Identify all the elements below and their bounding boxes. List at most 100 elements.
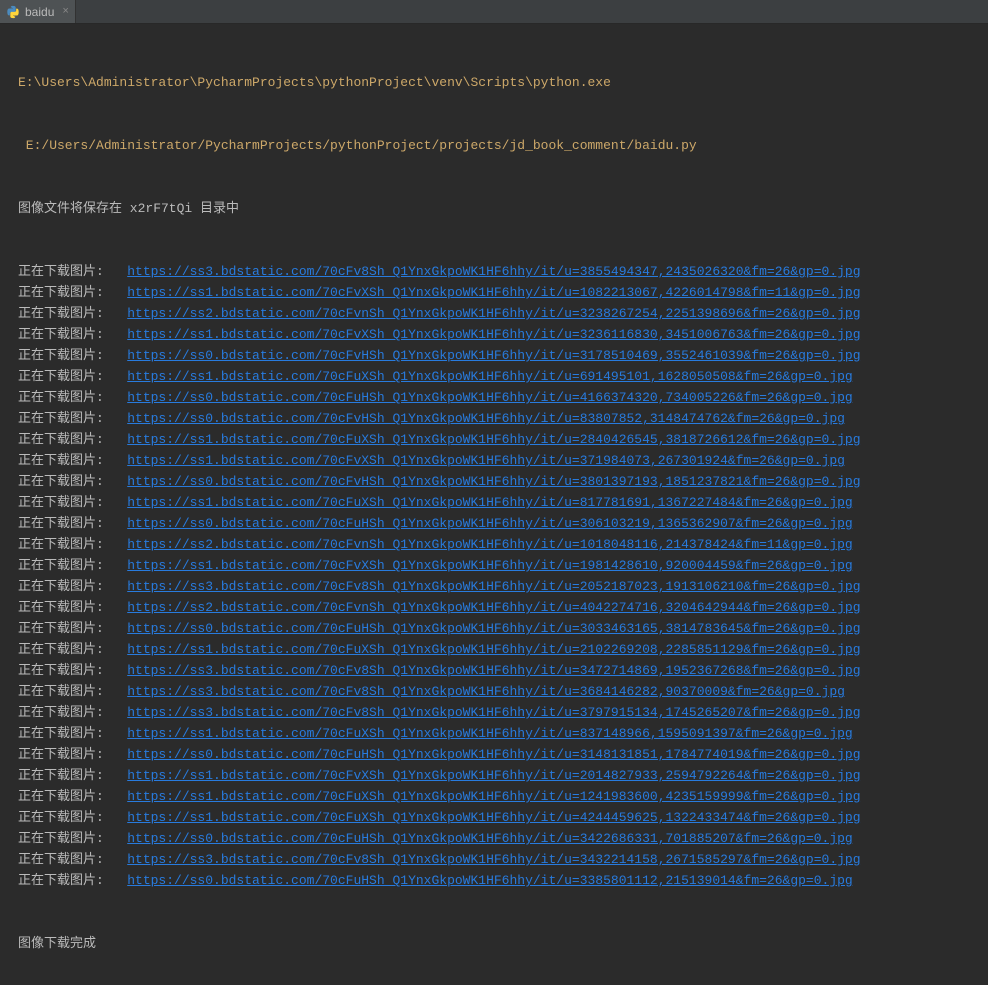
download-prefix: 正在下载图片: bbox=[18, 768, 127, 783]
download-url[interactable]: https://ss0.bdstatic.com/70cFuHSh_Q1YnxG… bbox=[127, 516, 853, 531]
download-line: 正在下载图片: https://ss3.bdstatic.com/70cFv8S… bbox=[18, 702, 978, 723]
console-output: E:\Users\Administrator\PycharmProjects\p… bbox=[0, 24, 988, 985]
download-prefix: 正在下载图片: bbox=[18, 306, 127, 321]
download-prefix: 正在下载图片: bbox=[18, 495, 127, 510]
download-prefix: 正在下载图片: bbox=[18, 579, 127, 594]
download-prefix: 正在下载图片: bbox=[18, 789, 127, 804]
download-line: 正在下载图片: https://ss3.bdstatic.com/70cFv8S… bbox=[18, 576, 978, 597]
download-url[interactable]: https://ss3.bdstatic.com/70cFv8Sh_Q1YnxG… bbox=[127, 579, 860, 594]
download-prefix: 正在下载图片: bbox=[18, 348, 127, 363]
download-line: 正在下载图片: https://ss1.bdstatic.com/70cFuXS… bbox=[18, 786, 978, 807]
download-prefix: 正在下载图片: bbox=[18, 558, 127, 573]
download-prefix: 正在下载图片: bbox=[18, 726, 127, 741]
download-prefix: 正在下载图片: bbox=[18, 327, 127, 342]
download-url[interactable]: https://ss2.bdstatic.com/70cFvnSh_Q1YnxG… bbox=[127, 306, 860, 321]
download-url[interactable]: https://ss3.bdstatic.com/70cFv8Sh_Q1YnxG… bbox=[127, 264, 860, 279]
download-line: 正在下载图片: https://ss0.bdstatic.com/70cFuHS… bbox=[18, 744, 978, 765]
download-prefix: 正在下载图片: bbox=[18, 831, 127, 846]
save-dir-msg: 图像文件将保存在 x2rF7tQi 目录中 bbox=[18, 201, 239, 216]
download-line: 正在下载图片: https://ss3.bdstatic.com/70cFv8S… bbox=[18, 849, 978, 870]
download-url[interactable]: https://ss3.bdstatic.com/70cFv8Sh_Q1YnxG… bbox=[127, 705, 860, 720]
download-prefix: 正在下载图片: bbox=[18, 852, 127, 867]
download-line: 正在下载图片: https://ss1.bdstatic.com/70cFuXS… bbox=[18, 492, 978, 513]
download-line: 正在下载图片: https://ss0.bdstatic.com/70cFuHS… bbox=[18, 828, 978, 849]
download-line: 正在下载图片: https://ss0.bdstatic.com/70cFuHS… bbox=[18, 618, 978, 639]
download-prefix: 正在下载图片: bbox=[18, 453, 127, 468]
download-url[interactable]: https://ss2.bdstatic.com/70cFvnSh_Q1YnxG… bbox=[127, 600, 860, 615]
download-url[interactable]: https://ss0.bdstatic.com/70cFuHSh_Q1YnxG… bbox=[127, 621, 860, 636]
download-url[interactable]: https://ss1.bdstatic.com/70cFuXSh_Q1YnxG… bbox=[127, 789, 860, 804]
download-url[interactable]: https://ss0.bdstatic.com/70cFvHSh_Q1YnxG… bbox=[127, 474, 860, 489]
download-line: 正在下载图片: https://ss0.bdstatic.com/70cFuHS… bbox=[18, 870, 978, 891]
exe-path: E:\Users\Administrator\PycharmProjects\p… bbox=[18, 75, 611, 90]
download-url[interactable]: https://ss1.bdstatic.com/70cFvXSh_Q1YnxG… bbox=[127, 768, 860, 783]
download-line: 正在下载图片: https://ss1.bdstatic.com/70cFvXS… bbox=[18, 765, 978, 786]
download-url[interactable]: https://ss3.bdstatic.com/70cFv8Sh_Q1YnxG… bbox=[127, 852, 860, 867]
download-prefix: 正在下载图片: bbox=[18, 537, 127, 552]
download-url[interactable]: https://ss1.bdstatic.com/70cFuXSh_Q1YnxG… bbox=[127, 810, 860, 825]
download-prefix: 正在下载图片: bbox=[18, 285, 127, 300]
download-prefix: 正在下载图片: bbox=[18, 264, 127, 279]
download-url[interactable]: https://ss1.bdstatic.com/70cFuXSh_Q1YnxG… bbox=[127, 642, 860, 657]
download-url[interactable]: https://ss1.bdstatic.com/70cFuXSh_Q1YnxG… bbox=[127, 495, 853, 510]
download-url[interactable]: https://ss1.bdstatic.com/70cFvXSh_Q1YnxG… bbox=[127, 327, 860, 342]
download-url[interactable]: https://ss1.bdstatic.com/70cFvXSh_Q1YnxG… bbox=[127, 558, 853, 573]
download-prefix: 正在下载图片: bbox=[18, 432, 127, 447]
tab-label: baidu bbox=[25, 5, 54, 19]
download-line: 正在下载图片: https://ss0.bdstatic.com/70cFuHS… bbox=[18, 513, 978, 534]
download-line: 正在下载图片: https://ss1.bdstatic.com/70cFvXS… bbox=[18, 450, 978, 471]
download-prefix: 正在下载图片: bbox=[18, 390, 127, 405]
download-url[interactable]: https://ss0.bdstatic.com/70cFuHSh_Q1YnxG… bbox=[127, 831, 853, 846]
download-url[interactable]: https://ss1.bdstatic.com/70cFvXSh_Q1YnxG… bbox=[127, 285, 860, 300]
download-prefix: 正在下载图片: bbox=[18, 642, 127, 657]
tab-bar: baidu × bbox=[0, 0, 988, 24]
python-file-icon bbox=[6, 5, 20, 19]
download-line: 正在下载图片: https://ss1.bdstatic.com/70cFvXS… bbox=[18, 324, 978, 345]
download-line: 正在下载图片: https://ss0.bdstatic.com/70cFvHS… bbox=[18, 408, 978, 429]
download-url[interactable]: https://ss0.bdstatic.com/70cFuHSh_Q1YnxG… bbox=[127, 390, 853, 405]
download-line: 正在下载图片: https://ss3.bdstatic.com/70cFv8S… bbox=[18, 261, 978, 282]
download-line: 正在下载图片: https://ss0.bdstatic.com/70cFuHS… bbox=[18, 387, 978, 408]
download-prefix: 正在下载图片: bbox=[18, 747, 127, 762]
download-url[interactable]: https://ss1.bdstatic.com/70cFvXSh_Q1YnxG… bbox=[127, 453, 845, 468]
download-line: 正在下载图片: https://ss1.bdstatic.com/70cFuXS… bbox=[18, 723, 978, 744]
download-url[interactable]: https://ss1.bdstatic.com/70cFuXSh_Q1YnxG… bbox=[127, 726, 853, 741]
download-prefix: 正在下载图片: bbox=[18, 873, 127, 888]
download-prefix: 正在下载图片: bbox=[18, 474, 127, 489]
download-line: 正在下载图片: https://ss1.bdstatic.com/70cFuXS… bbox=[18, 639, 978, 660]
download-prefix: 正在下载图片: bbox=[18, 369, 127, 384]
download-line: 正在下载图片: https://ss3.bdstatic.com/70cFv8S… bbox=[18, 660, 978, 681]
script-path: E:/Users/Administrator/PycharmProjects/p… bbox=[18, 138, 697, 153]
download-prefix: 正在下载图片: bbox=[18, 621, 127, 636]
download-url[interactable]: https://ss2.bdstatic.com/70cFvnSh_Q1YnxG… bbox=[127, 537, 853, 552]
download-line: 正在下载图片: https://ss1.bdstatic.com/70cFuXS… bbox=[18, 807, 978, 828]
download-url[interactable]: https://ss3.bdstatic.com/70cFv8Sh_Q1YnxG… bbox=[127, 684, 845, 699]
done-msg: 图像下载完成 bbox=[18, 936, 96, 951]
download-line: 正在下载图片: https://ss1.bdstatic.com/70cFuXS… bbox=[18, 429, 978, 450]
download-url[interactable]: https://ss0.bdstatic.com/70cFuHSh_Q1YnxG… bbox=[127, 747, 860, 762]
download-line: 正在下载图片: https://ss2.bdstatic.com/70cFvnS… bbox=[18, 303, 978, 324]
download-line: 正在下载图片: https://ss3.bdstatic.com/70cFv8S… bbox=[18, 681, 978, 702]
download-line: 正在下载图片: https://ss2.bdstatic.com/70cFvnS… bbox=[18, 597, 978, 618]
download-url[interactable]: https://ss0.bdstatic.com/70cFvHSh_Q1YnxG… bbox=[127, 348, 860, 363]
download-line: 正在下载图片: https://ss0.bdstatic.com/70cFvHS… bbox=[18, 345, 978, 366]
download-prefix: 正在下载图片: bbox=[18, 516, 127, 531]
download-url[interactable]: https://ss0.bdstatic.com/70cFuHSh_Q1YnxG… bbox=[127, 873, 853, 888]
download-line: 正在下载图片: https://ss1.bdstatic.com/70cFvXS… bbox=[18, 282, 978, 303]
download-url[interactable]: https://ss1.bdstatic.com/70cFuXSh_Q1YnxG… bbox=[127, 432, 860, 447]
download-url[interactable]: https://ss0.bdstatic.com/70cFvHSh_Q1YnxG… bbox=[127, 411, 845, 426]
download-url[interactable]: https://ss3.bdstatic.com/70cFv8Sh_Q1YnxG… bbox=[127, 663, 860, 678]
close-icon[interactable]: × bbox=[59, 6, 69, 18]
download-line: 正在下载图片: https://ss1.bdstatic.com/70cFuXS… bbox=[18, 366, 978, 387]
download-url[interactable]: https://ss1.bdstatic.com/70cFuXSh_Q1YnxG… bbox=[127, 369, 853, 384]
download-line: 正在下载图片: https://ss0.bdstatic.com/70cFvHS… bbox=[18, 471, 978, 492]
download-prefix: 正在下载图片: bbox=[18, 411, 127, 426]
download-prefix: 正在下载图片: bbox=[18, 684, 127, 699]
download-prefix: 正在下载图片: bbox=[18, 600, 127, 615]
tab-baidu[interactable]: baidu × bbox=[0, 0, 76, 23]
download-line: 正在下载图片: https://ss1.bdstatic.com/70cFvXS… bbox=[18, 555, 978, 576]
download-line: 正在下载图片: https://ss2.bdstatic.com/70cFvnS… bbox=[18, 534, 978, 555]
download-prefix: 正在下载图片: bbox=[18, 810, 127, 825]
download-prefix: 正在下载图片: bbox=[18, 705, 127, 720]
download-prefix: 正在下载图片: bbox=[18, 663, 127, 678]
